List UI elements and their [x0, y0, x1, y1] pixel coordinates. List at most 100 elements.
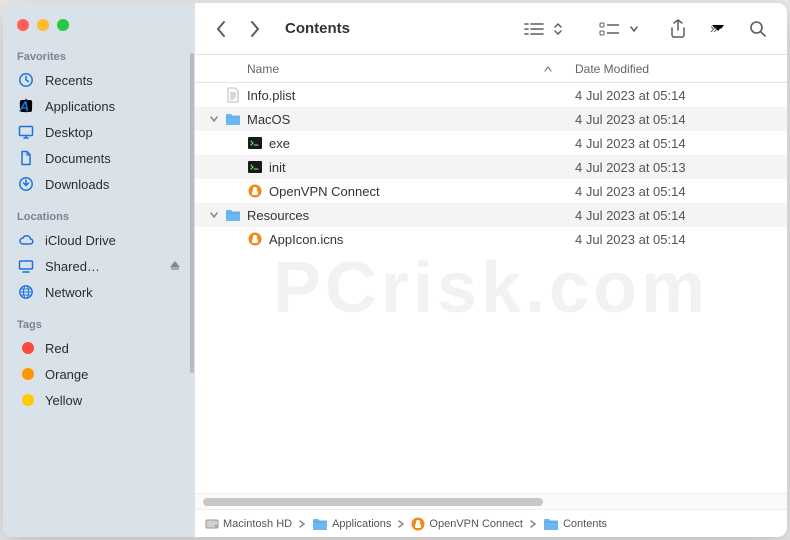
hdd-icon — [205, 517, 219, 531]
forward-button[interactable] — [243, 15, 267, 43]
eject-icon[interactable] — [169, 260, 181, 272]
folder-icon — [543, 517, 559, 531]
more-button[interactable]: » — [703, 15, 733, 43]
file-date-label: 4 Jul 2023 at 05:14 — [567, 208, 787, 223]
tag-dot-icon — [17, 365, 35, 383]
tag-dot-icon — [17, 391, 35, 409]
folder-icon — [312, 517, 328, 531]
sidebar-item-label: Shared… — [45, 259, 100, 274]
path-item-label: Contents — [563, 518, 607, 530]
download-icon — [17, 175, 35, 193]
sidebar-item-recents[interactable]: Recents — [3, 67, 195, 93]
sidebar-item-label: Red — [45, 341, 69, 356]
ovpn-icon — [245, 184, 265, 198]
sort-indicator-icon — [543, 65, 553, 73]
file-row[interactable]: AppIcon.icns4 Jul 2023 at 05:14 — [195, 227, 787, 251]
sidebar: FavoritesRecents𝘈ApplicationsDesktopDocu… — [3, 3, 195, 537]
search-button[interactable] — [743, 15, 773, 43]
sidebar-section-title: Locations — [3, 205, 195, 227]
path-item-label: OpenVPN Connect — [429, 518, 523, 530]
sidebar-item-label: Yellow — [45, 393, 82, 408]
file-row[interactable]: exe4 Jul 2023 at 05:14 — [195, 131, 787, 155]
svg-text:𝘈: 𝘈 — [18, 99, 29, 114]
sidebar-item-label: Documents — [45, 151, 111, 166]
file-row[interactable]: Resources4 Jul 2023 at 05:14 — [195, 203, 787, 227]
sidebar-item-orange[interactable]: Orange — [3, 361, 195, 387]
share-button[interactable] — [663, 15, 693, 43]
file-row[interactable]: OpenVPN Connect4 Jul 2023 at 05:14 — [195, 179, 787, 203]
file-name-label: OpenVPN Connect — [265, 184, 567, 199]
sidebar-item-label: Recents — [45, 73, 93, 88]
file-name-label: Resources — [243, 208, 567, 223]
sidebar-item-yellow[interactable]: Yellow — [3, 387, 195, 413]
globe-icon — [17, 283, 35, 301]
path-separator-icon — [298, 519, 306, 529]
sidebar-item-label: Desktop — [45, 125, 93, 140]
group-chevron-icon[interactable] — [627, 15, 641, 43]
back-button[interactable] — [209, 15, 233, 43]
file-date-label: 4 Jul 2023 at 05:14 — [567, 184, 787, 199]
sidebar-item-red[interactable]: Red — [3, 335, 195, 361]
path-separator-icon — [397, 519, 405, 529]
sidebar-item-network[interactable]: Network — [3, 279, 195, 305]
path-item[interactable]: OpenVPN Connect — [411, 517, 523, 531]
sidebar-item-documents[interactable]: Documents — [3, 145, 195, 171]
file-name-label: MacOS — [243, 112, 567, 127]
maximize-button[interactable] — [57, 19, 69, 31]
view-updown-icon[interactable] — [551, 15, 565, 43]
column-date[interactable]: Date Modified — [567, 62, 787, 76]
exec-icon — [245, 161, 265, 173]
view-list-button[interactable] — [519, 15, 549, 43]
desktop-icon — [17, 123, 35, 141]
sidebar-scrollbar[interactable] — [190, 53, 194, 373]
path-separator-icon — [529, 519, 537, 529]
file-date-label: 4 Jul 2023 at 05:14 — [567, 88, 787, 103]
file-date-label: 4 Jul 2023 at 05:14 — [567, 112, 787, 127]
path-item[interactable]: Applications — [312, 517, 391, 531]
sidebar-item-label: Network — [45, 285, 93, 300]
disclosure-triangle-icon[interactable] — [205, 211, 223, 219]
window-title: Contents — [285, 20, 350, 37]
file-list: PCrisk.com Info.plist4 Jul 2023 at 05:14… — [195, 83, 787, 493]
group-button[interactable] — [595, 15, 625, 43]
ovpn-icon — [411, 517, 425, 531]
sidebar-item-desktop[interactable]: Desktop — [3, 119, 195, 145]
watermark-text: PCrisk.com — [273, 247, 709, 329]
file-row[interactable]: Info.plist4 Jul 2023 at 05:14 — [195, 83, 787, 107]
sidebar-item-label: Downloads — [45, 177, 109, 192]
sidebar-item-shared-[interactable]: Shared… — [3, 253, 195, 279]
file-date-label: 4 Jul 2023 at 05:14 — [567, 136, 787, 151]
clock-icon — [17, 71, 35, 89]
horizontal-scrollbar[interactable] — [195, 493, 787, 509]
doc-icon — [17, 149, 35, 167]
path-item[interactable]: Contents — [543, 517, 607, 531]
sidebar-item-label: Orange — [45, 367, 88, 382]
path-item-label: Macintosh HD — [223, 518, 292, 530]
close-button[interactable] — [17, 19, 29, 31]
file-date-label: 4 Jul 2023 at 05:14 — [567, 232, 787, 247]
file-row[interactable]: init4 Jul 2023 at 05:13 — [195, 155, 787, 179]
svg-text:»: » — [710, 23, 718, 35]
display-icon — [17, 257, 35, 275]
sidebar-item-downloads[interactable]: Downloads — [3, 171, 195, 197]
file-date-label: 4 Jul 2023 at 05:13 — [567, 160, 787, 175]
toolbar: Contents » — [195, 3, 787, 55]
apps-icon: 𝘈 — [17, 97, 35, 115]
tag-dot-icon — [17, 339, 35, 357]
file-name-label: AppIcon.icns — [265, 232, 567, 247]
column-name[interactable]: Name — [195, 62, 567, 76]
file-name-label: exe — [265, 136, 567, 151]
file-row[interactable]: MacOS4 Jul 2023 at 05:14 — [195, 107, 787, 131]
path-item[interactable]: Macintosh HD — [205, 517, 292, 531]
path-bar: Macintosh HD Applications OpenVPN Connect C… — [195, 509, 787, 537]
path-item-label: Applications — [332, 518, 391, 530]
sidebar-item-icloud-drive[interactable]: iCloud Drive — [3, 227, 195, 253]
minimize-button[interactable] — [37, 19, 49, 31]
sidebar-item-applications[interactable]: 𝘈Applications — [3, 93, 195, 119]
disclosure-triangle-icon[interactable] — [205, 115, 223, 123]
cloud-icon — [17, 231, 35, 249]
horizontal-scrollbar-thumb[interactable] — [203, 498, 543, 506]
exec-icon — [245, 137, 265, 149]
window-controls — [3, 13, 195, 45]
file-name-label: init — [265, 160, 567, 175]
